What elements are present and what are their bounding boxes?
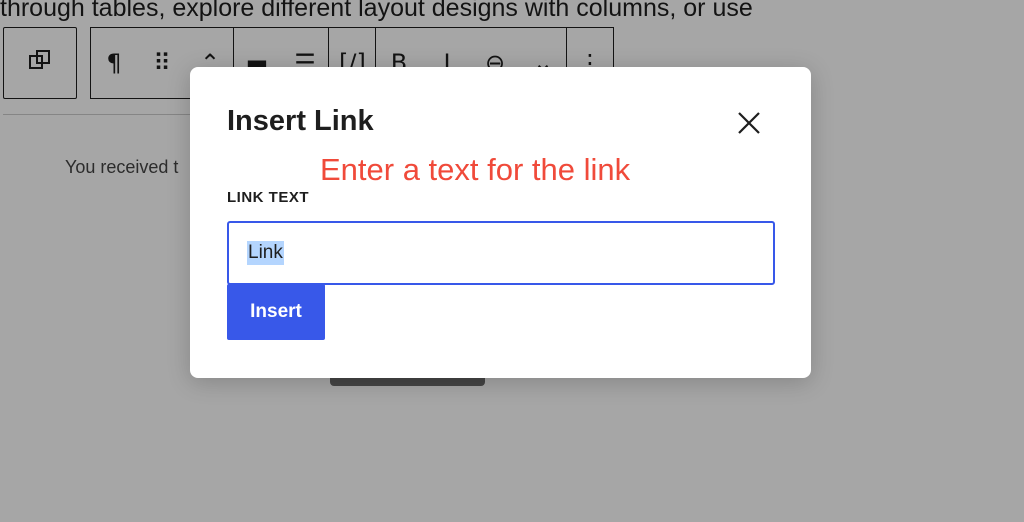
tutorial-annotation: Enter a text for the link	[320, 152, 631, 187]
editor-page: through tables, explore different layout…	[0, 0, 1024, 522]
link-text-label: LINK TEXT	[227, 189, 309, 206]
modal-title: Insert Link	[227, 105, 374, 137]
close-button[interactable]	[731, 105, 767, 141]
close-icon	[738, 112, 760, 134]
link-text-value: Link	[247, 241, 284, 265]
insert-button[interactable]: Insert	[227, 284, 325, 340]
link-text-input[interactable]: Link	[227, 221, 775, 285]
insert-link-modal: Insert Link Enter a text for the link LI…	[190, 67, 811, 378]
